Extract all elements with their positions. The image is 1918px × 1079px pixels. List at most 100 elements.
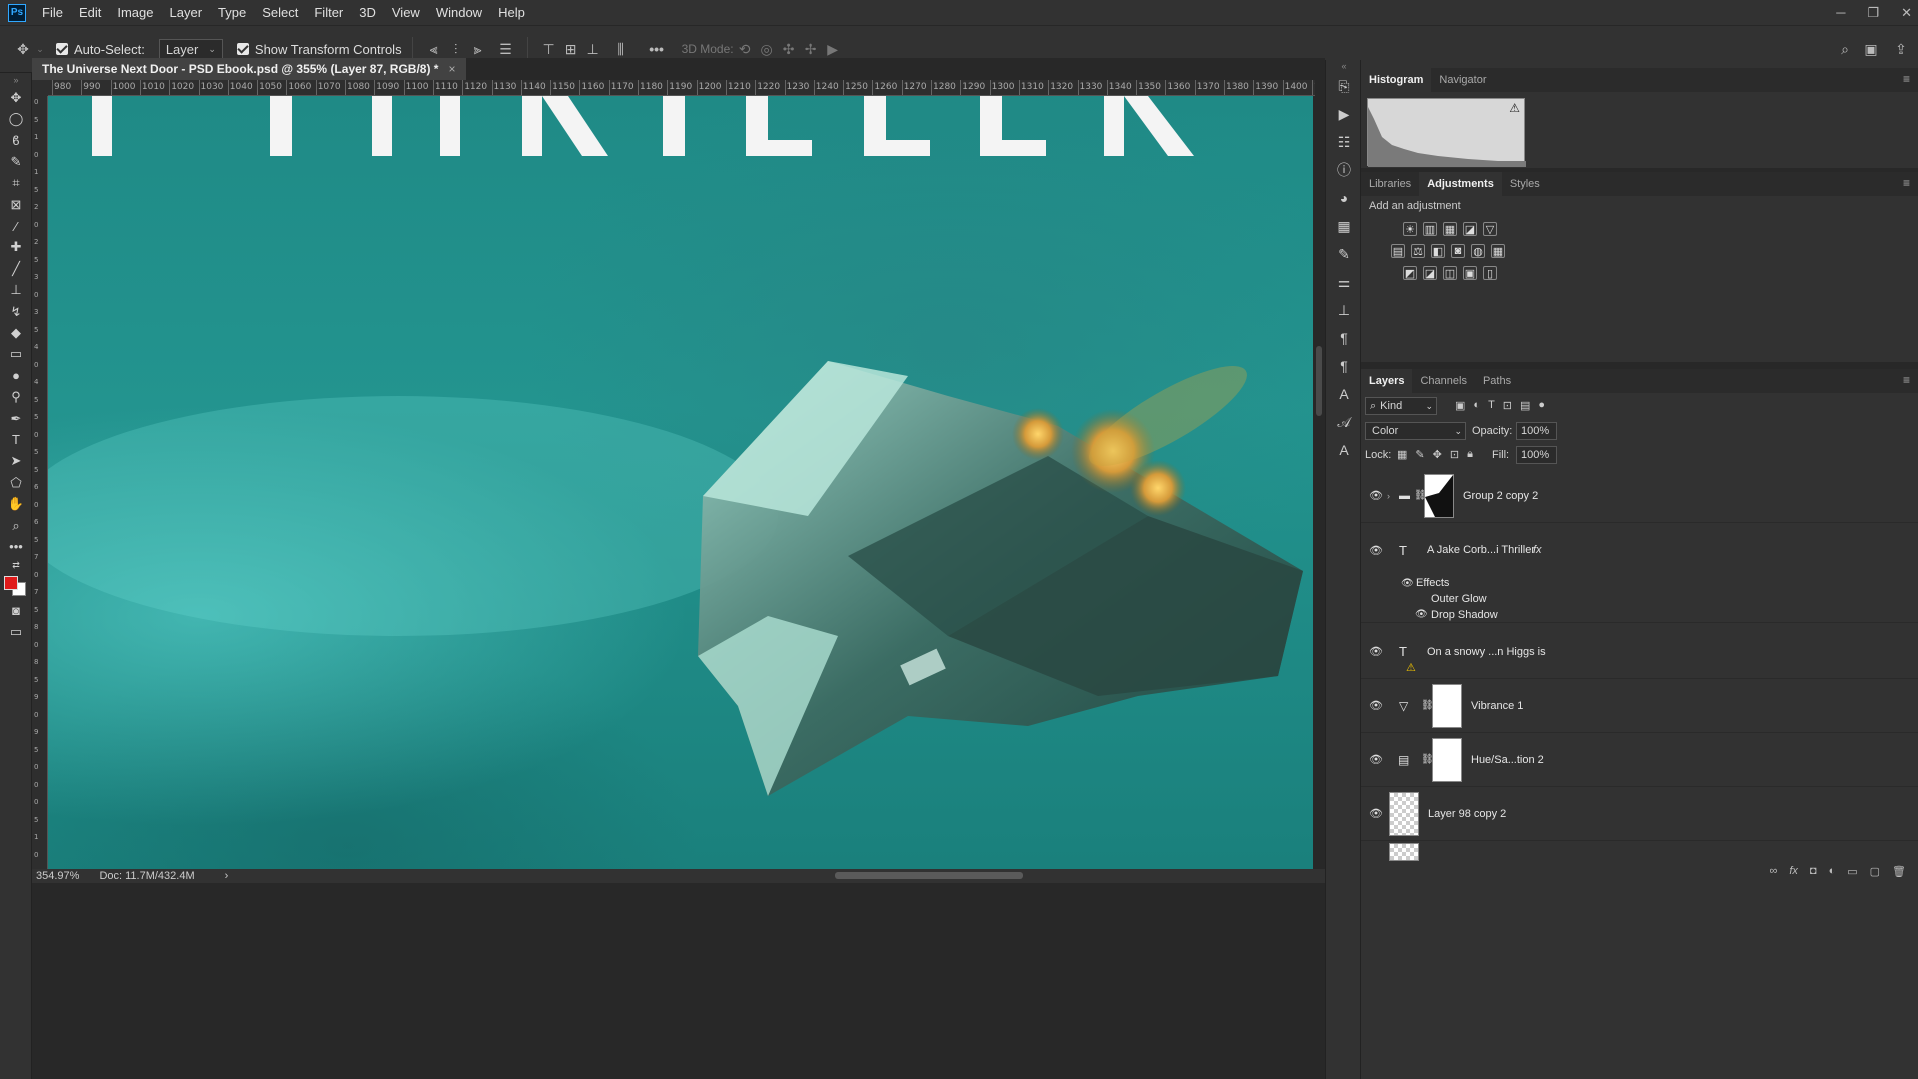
tab-styles[interactable]: Styles (1502, 172, 1548, 196)
workspace-icon[interactable]: ▣ (1860, 38, 1882, 60)
fx-icon[interactable]: fx (1789, 865, 1798, 877)
eyedropper-tool-icon[interactable]: ⁄ (0, 215, 32, 236)
healing-brush-tool-icon[interactable]: ✚ (0, 237, 32, 258)
lock-position-icon[interactable]: ✥ (1433, 448, 1442, 461)
properties-icon[interactable]: ☷ (1326, 128, 1362, 156)
fx-icon[interactable]: fx (1533, 544, 1542, 556)
character-icon[interactable]: A (1326, 380, 1362, 408)
tab-channels[interactable]: Channels (1412, 369, 1474, 393)
document-tab[interactable]: The Universe Next Door - PSD Ebook.psd @… (32, 58, 466, 80)
tab-adjustments[interactable]: Adjustments (1419, 172, 1502, 196)
foreground-color-swatch[interactable] (4, 575, 18, 590)
chevron-down-icon[interactable]: ⌄ (34, 38, 46, 60)
hand-tool-icon[interactable]: ✋ (0, 493, 32, 514)
history-brush-tool-icon[interactable]: ↯ (0, 301, 32, 322)
panel-menu-icon[interactable]: ≡ (1903, 373, 1910, 387)
gradient-map-icon[interactable]: ▯ (1483, 266, 1497, 280)
chevron-right-icon[interactable]: › (1387, 491, 1390, 501)
screen-mode-icon[interactable]: ▭ (0, 621, 32, 642)
paragraph-icon[interactable]: ¶ (1326, 324, 1362, 352)
exposure-icon[interactable]: ◪ (1463, 222, 1477, 236)
auto-select-dropdown[interactable]: Layer ⌄ (158, 38, 223, 60)
visibility-eye-icon[interactable]: 👁︎ (1369, 645, 1383, 658)
blur-tool-icon[interactable]: ● (0, 365, 32, 386)
paragraph-styles-icon[interactable]: ¶ (1326, 352, 1362, 380)
align-middle-icon[interactable]: ⊞ (560, 38, 582, 60)
restore-button[interactable]: ❐ (1867, 5, 1879, 21)
gradient-tool-icon[interactable]: ▭ (0, 344, 32, 365)
quick-mask-icon[interactable]: ◙ (0, 600, 32, 621)
tab-layers[interactable]: Layers (1361, 369, 1413, 393)
layer-name[interactable]: On a snowy ...n Higgs is (1427, 646, 1546, 658)
3d-camera-icon[interactable]: ▶ (822, 38, 844, 60)
fill-input[interactable]: 100% (1516, 446, 1557, 464)
brightness-contrast-icon[interactable]: ☀ (1403, 222, 1417, 236)
blend-mode-dropdown[interactable]: Color ⌄ (1365, 422, 1466, 440)
levels-icon[interactable]: ▥ (1423, 222, 1437, 236)
3d-slide-icon[interactable]: ✢ (800, 38, 822, 60)
threshold-icon[interactable]: ◫ (1443, 266, 1457, 280)
menu-type[interactable]: Type (210, 0, 254, 25)
menu-file[interactable]: File (34, 0, 71, 25)
black-white-icon[interactable]: ◧ (1431, 244, 1445, 258)
layer-row[interactable] (1361, 841, 1918, 861)
share-icon[interactable]: ⇪ (1890, 38, 1912, 60)
selective-color-icon[interactable]: ▣ (1463, 266, 1477, 280)
layer-name[interactable]: Layer 98 copy 2 (1428, 808, 1506, 820)
frame-tool-icon[interactable]: ⊠ (0, 194, 32, 215)
menu-window[interactable]: Window (428, 0, 490, 25)
panel-menu-icon[interactable]: ≡ (1903, 72, 1910, 86)
lock-transparent-icon[interactable]: ▦ (1397, 448, 1407, 461)
swap-colors-icon[interactable]: ⇄ (0, 558, 32, 574)
align-right-icon[interactable]: ⫸ (467, 38, 489, 60)
search-icon[interactable]: ⌕ (1834, 38, 1856, 60)
lasso-tool-icon[interactable]: ϐ (0, 130, 32, 151)
vertical-scrollbar[interactable] (1313, 96, 1325, 869)
brush-settings-icon[interactable]: ⚌ (1326, 268, 1362, 296)
vertical-ruler[interactable]: 0510152025303540455055606570758085909500… (32, 96, 48, 869)
distribute-vertical-icon[interactable]: ⫼ (610, 38, 632, 60)
status-menu-icon[interactable]: › (225, 870, 229, 882)
layer-row[interactable]: 👁︎ T On a snowy ...n Higgs is ⚠ (1361, 625, 1918, 679)
character-styles-icon[interactable]: A (1326, 436, 1362, 464)
move-tool-icon[interactable]: ✥ (12, 38, 34, 60)
glyphs-icon[interactable]: 𝒜 (1326, 408, 1362, 436)
3d-icon[interactable]: ◕ (1326, 184, 1362, 212)
info-icon[interactable]: ⓘ (1326, 156, 1362, 184)
menu-image[interactable]: Image (109, 0, 161, 25)
3d-roll-icon[interactable]: ◎ (756, 38, 778, 60)
tab-navigator[interactable]: Navigator (1431, 68, 1494, 92)
history-icon[interactable]: ⎘ (1326, 72, 1362, 100)
clone-source-icon[interactable]: ⊥ (1326, 296, 1362, 324)
edit-toolbar-icon[interactable]: ••• (0, 536, 32, 557)
filter-adjustment-icon[interactable]: ◐ (1473, 399, 1480, 412)
filter-toggle-icon[interactable]: ● (1538, 399, 1545, 412)
menu-filter[interactable]: Filter (306, 0, 351, 25)
menu-edit[interactable]: Edit (71, 0, 109, 25)
filter-pixel-icon[interactable]: ▣ (1455, 399, 1465, 412)
channel-mixer-icon[interactable]: ◍ (1471, 244, 1485, 258)
layer-name[interactable]: A Jake Corb...i Thriller (1427, 544, 1535, 556)
effects-row[interactable]: 👁︎ Effects (1361, 575, 1918, 591)
minimize-button[interactable]: ─ (1836, 5, 1845, 20)
layer-mask-thumbnail[interactable] (1432, 684, 1462, 728)
layer-name[interactable]: Group 2 copy 2 (1463, 490, 1538, 502)
3d-rotate-icon[interactable]: ⟲ (734, 38, 756, 60)
new-group-icon[interactable]: ▭ (1847, 865, 1857, 878)
actions-icon[interactable]: ▶ (1326, 100, 1362, 128)
document-canvas[interactable] (48, 96, 1313, 869)
zoom-tool-icon[interactable]: ⌕ (0, 515, 32, 536)
filter-shape-icon[interactable]: ⊡ (1503, 399, 1512, 412)
effect-row[interactable]: Outer Glow (1361, 591, 1918, 607)
zoom-level[interactable]: 354.97% (36, 870, 79, 882)
tab-paths[interactable]: Paths (1475, 369, 1519, 393)
menu-help[interactable]: Help (490, 0, 533, 25)
layer-row[interactable]: 👁︎ Layer 98 copy 2 (1361, 787, 1918, 841)
menu-select[interactable]: Select (254, 0, 306, 25)
adjustment-layer-icon[interactable]: ◐ (1829, 865, 1836, 877)
invert-icon[interactable]: ◩ (1403, 266, 1417, 280)
align-center-icon[interactable]: ⫶ (445, 38, 467, 60)
warning-icon[interactable]: ⚠ (1509, 101, 1520, 115)
layer-name[interactable]: Vibrance 1 (1471, 700, 1523, 712)
layer-row[interactable]: 👁︎ ▽ ⛓ Vibrance 1 (1361, 679, 1918, 733)
